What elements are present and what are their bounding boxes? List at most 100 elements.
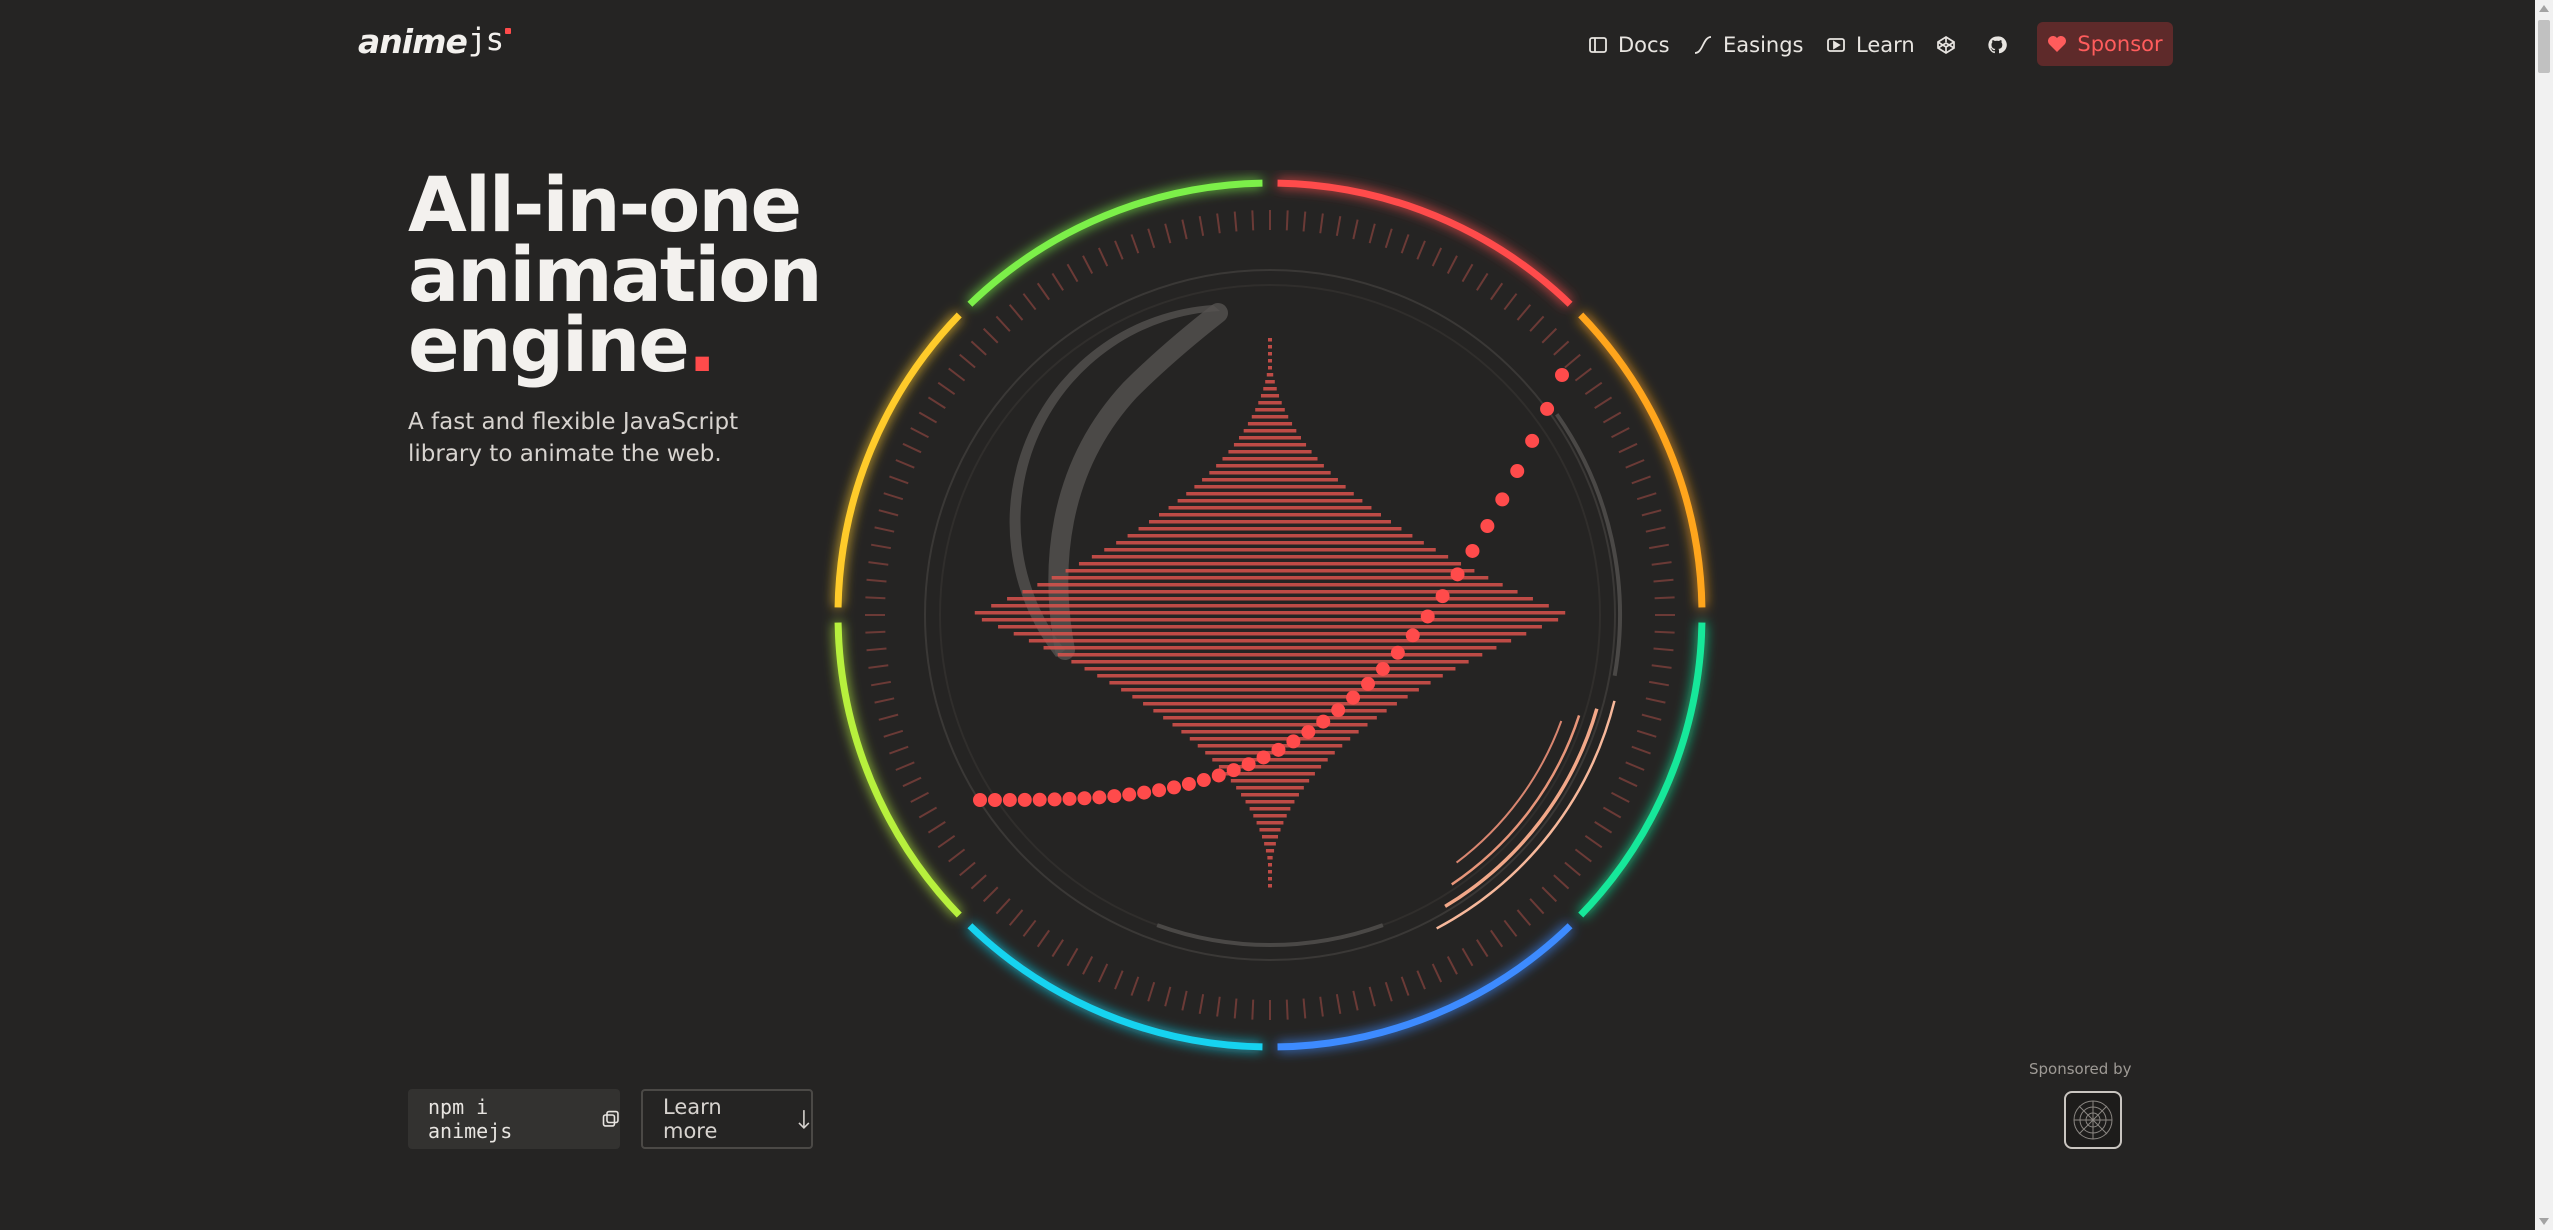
tick xyxy=(1082,956,1094,975)
tick xyxy=(1431,247,1443,267)
curve-dot xyxy=(1316,714,1331,729)
diamond-bar xyxy=(1127,534,1413,538)
tick xyxy=(1653,578,1674,583)
tick xyxy=(865,596,886,600)
tick xyxy=(1082,255,1094,274)
curve-dot xyxy=(1331,703,1346,718)
nav-easings-link[interactable]: Easings xyxy=(1693,22,1804,68)
tick xyxy=(1130,234,1140,254)
curve-dot xyxy=(1211,768,1226,783)
diamond-bars xyxy=(974,338,1566,888)
tick xyxy=(1164,986,1172,1007)
color-ring xyxy=(834,179,1706,1051)
sponsor-logo[interactable] xyxy=(2064,1091,2122,1149)
curve-dot xyxy=(1092,790,1107,805)
tick xyxy=(982,327,999,344)
tick xyxy=(1051,939,1064,958)
tick xyxy=(1233,211,1238,232)
tick xyxy=(1114,240,1124,260)
codepen-link[interactable] xyxy=(1936,22,1956,68)
tick xyxy=(1503,919,1518,937)
tick xyxy=(910,791,929,803)
diamond-bar xyxy=(1263,387,1277,391)
copy-icon[interactable] xyxy=(602,1110,620,1128)
tick xyxy=(1384,981,1393,1002)
tick xyxy=(889,475,909,485)
tick xyxy=(1097,963,1109,983)
scroll-up-arrow[interactable] xyxy=(2539,5,2549,12)
tick xyxy=(1216,213,1221,234)
github-link[interactable] xyxy=(1987,22,2007,68)
curve-dot xyxy=(1510,464,1525,479)
tick xyxy=(870,680,892,687)
tick xyxy=(1302,211,1307,232)
diamond-bar xyxy=(1104,548,1436,552)
sponsored-by-label: Sponsored by xyxy=(2029,1060,2132,1078)
diamond-bar xyxy=(1267,856,1273,860)
tick xyxy=(1147,228,1156,249)
tick xyxy=(1335,993,1342,1015)
tick xyxy=(865,630,886,634)
nav-docs-link[interactable]: Docs xyxy=(1588,22,1670,68)
nav-docs-label: Docs xyxy=(1618,33,1670,57)
github-icon xyxy=(1988,36,2007,54)
tick-ring xyxy=(865,210,1675,1020)
tick xyxy=(1641,509,1662,517)
tick xyxy=(1384,228,1393,249)
heart-icon xyxy=(2048,36,2067,52)
tick xyxy=(1516,909,1532,926)
diamond-bar xyxy=(1249,807,1291,811)
curve-dot xyxy=(1301,724,1316,739)
tick xyxy=(937,835,956,849)
install-command-box[interactable]: npm i animejs xyxy=(408,1089,620,1149)
diamond-bar xyxy=(1255,408,1285,412)
curve-dot xyxy=(1555,368,1569,382)
tick xyxy=(1653,647,1674,652)
diamond-bar xyxy=(1013,632,1527,636)
tick xyxy=(1490,282,1504,301)
scroll-down-arrow[interactable] xyxy=(2539,1218,2549,1225)
tick xyxy=(927,396,946,409)
tick xyxy=(1431,963,1443,983)
diamond-bar xyxy=(1091,555,1449,559)
diamond-bar xyxy=(1256,821,1284,825)
page-scrollbar[interactable] xyxy=(2535,0,2553,1230)
scroll-thumb[interactable] xyxy=(2538,20,2550,73)
tick xyxy=(1584,381,1603,395)
tick xyxy=(1251,999,1255,1020)
tick xyxy=(959,861,976,877)
diamond-bar xyxy=(1043,646,1497,650)
tick xyxy=(1352,990,1359,1011)
tick xyxy=(1631,745,1651,755)
curve-dot xyxy=(1196,773,1211,788)
hero-animation-visual xyxy=(834,179,1706,1051)
tick xyxy=(1584,835,1603,849)
tick xyxy=(878,509,899,517)
sponsor-button[interactable]: Sponsor xyxy=(2037,22,2173,66)
tick xyxy=(902,442,922,454)
diamond-bar xyxy=(1071,660,1469,664)
curve-dot xyxy=(1286,734,1301,749)
peach-arc xyxy=(1451,715,1581,886)
tick xyxy=(874,526,895,533)
nav-learn-link[interactable]: Learn xyxy=(1826,22,1915,68)
tick xyxy=(995,315,1011,332)
curve-dot xyxy=(1137,785,1152,800)
hero-subtitle: A fast and flexible JavaScript library t… xyxy=(408,409,739,467)
tick xyxy=(1476,939,1489,958)
diamond-bar xyxy=(998,625,1542,629)
codepen-icon xyxy=(1937,35,1955,55)
diamond-bar xyxy=(1132,695,1408,699)
tick xyxy=(1066,947,1079,967)
diamond-bar xyxy=(1239,436,1301,440)
tick xyxy=(1319,213,1324,234)
tick xyxy=(874,697,895,704)
diamond-bar xyxy=(1268,359,1272,363)
learn-more-button[interactable]: Learn more xyxy=(641,1089,813,1149)
tick xyxy=(918,411,938,424)
diamond-bar xyxy=(1153,709,1387,713)
diamond-bar xyxy=(1243,429,1297,433)
curve-dot xyxy=(1181,776,1196,791)
peach-arc xyxy=(1444,708,1599,908)
diamond-bar xyxy=(1168,506,1372,510)
